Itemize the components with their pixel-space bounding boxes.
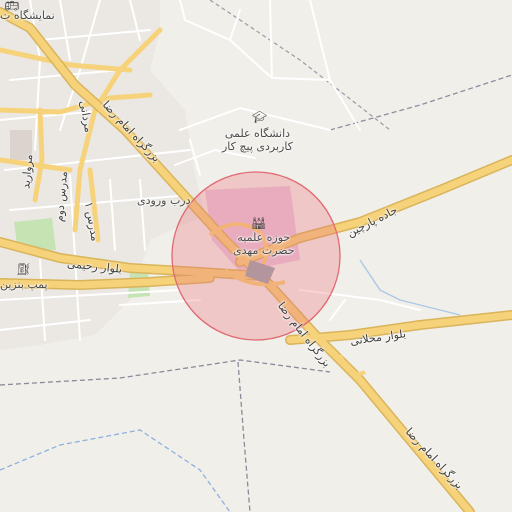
fuel-pump-icon[interactable]: ⛽︎ <box>16 263 31 275</box>
gate-label[interactable]: درب ورودی <box>137 194 191 208</box>
hawza-name-line2: حضرت مهدی <box>233 243 295 257</box>
religious-school-icon[interactable]: 🕌︎ <box>251 217 266 229</box>
university-name-line2: کاربردی پیچ کار <box>222 139 293 153</box>
hawza-label[interactable]: حوزه علمیه حضرت مهدی <box>233 231 295 257</box>
map-view[interactable]: 🕌︎ حوزه علمیه حضرت مهدی 🎓︎ دانشگاه علمی … <box>0 0 512 512</box>
university-label[interactable]: دانشگاه علمی کاربردی پیچ کار <box>222 127 293 153</box>
graduation-cap-icon[interactable]: 🎓︎ <box>252 111 267 123</box>
gas-station-label[interactable]: پمپ بنزین <box>0 278 48 292</box>
hawza-name-line1: حوزه علمیه <box>237 231 291 244</box>
exhibition-label[interactable]: نمایشگاه ت <box>0 9 55 23</box>
university-name-line1: دانشگاه علمی <box>224 127 291 140</box>
